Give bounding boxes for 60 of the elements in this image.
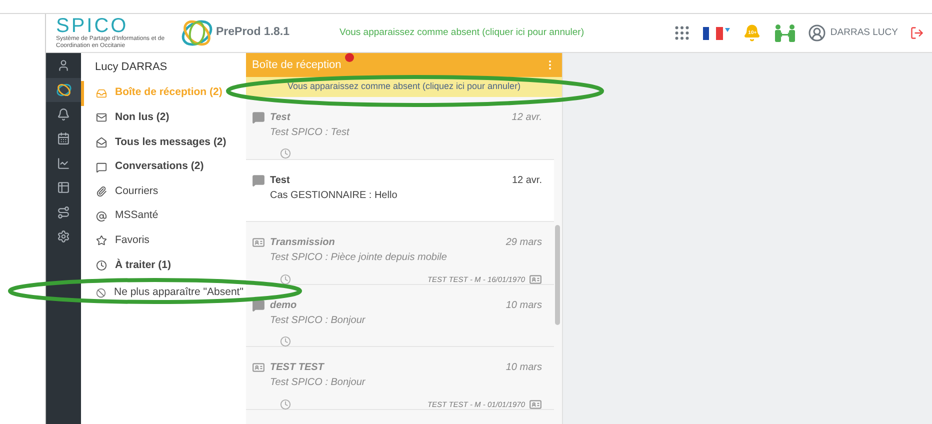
envelope-icon (96, 112, 107, 124)
id-card-icon (252, 236, 265, 249)
message-preview: Test SPICO : Test (270, 126, 350, 140)
message-title: demo (270, 298, 297, 312)
route-icon[interactable] (57, 206, 70, 219)
scrollbar-thumb[interactable] (555, 225, 560, 325)
caret-icon (725, 28, 730, 32)
message-preview: Cas GESTIONNAIRE : Hello (270, 188, 398, 202)
version-label: PreProd 1.8.1 (216, 25, 290, 40)
logo-rings-icon[interactable] (56, 82, 72, 98)
user-name-link[interactable]: DARRAS LUCY (830, 26, 898, 40)
bell-icon[interactable] (57, 108, 70, 121)
settings-icon[interactable] (57, 230, 70, 244)
message-item[interactable]: Test 12 avr. Cas GESTIONNAIRE : Hello (246, 160, 554, 222)
chat-bubbles-icon (252, 111, 265, 124)
table-icon[interactable] (57, 181, 70, 194)
menu-item[interactable]: Favoris (81, 228, 246, 254)
chat-bubbles-icon (252, 174, 265, 186)
menu-item[interactable]: Courriers (81, 179, 246, 204)
message-preview: Test SPICO : Pièce jointe depuis mobile (270, 251, 448, 265)
star-icon (96, 235, 107, 246)
user-icon[interactable] (57, 58, 70, 72)
inbox-icon (96, 88, 107, 99)
at-sign-icon (96, 210, 107, 222)
message-title: Test (270, 174, 290, 188)
envelope-icon (96, 136, 107, 148)
clock-icon (96, 260, 107, 271)
logo-text: SPICO (56, 16, 128, 36)
chart-icon[interactable] (57, 156, 70, 170)
chat-bubbles-icon (96, 162, 107, 173)
message-date: 12 avr. (512, 174, 542, 188)
logout-icon[interactable] (910, 26, 924, 40)
calendar-icon[interactable] (57, 132, 70, 146)
id-card-icon (252, 361, 265, 374)
inbox-title: Boîte de réception (252, 58, 342, 73)
id-card-icon (529, 398, 542, 411)
menu-user-name: Lucy DARRAS (94, 60, 168, 75)
message-title: TEST TEST (270, 361, 324, 375)
menu-item[interactable]: Non lus (2) (81, 106, 246, 130)
menu-item[interactable]: Conversations (2) (81, 154, 246, 180)
id-card-icon (529, 273, 542, 286)
message-date: 12 avr. (512, 111, 542, 125)
paperclip-icon (96, 186, 107, 198)
message-preview: Test SPICO : Bonjour (270, 376, 366, 390)
flag-icon (703, 26, 724, 40)
message-title: Test (270, 111, 290, 125)
menu-item[interactable]: MSSanté (81, 204, 246, 229)
language-dropdown[interactable] (703, 26, 730, 40)
people-link-icon[interactable] (774, 24, 796, 42)
menu-item[interactable]: À traiter (1) (81, 253, 246, 278)
message-date: 10 mars (506, 361, 542, 375)
message-date: 10 mars (506, 298, 542, 312)
user-avatar-icon (808, 24, 826, 42)
prohibited-icon (96, 288, 106, 298)
message-date: 29 mars (506, 236, 542, 250)
apps-grid-icon[interactable] (673, 24, 692, 42)
message-title: Transmission (270, 236, 335, 250)
message-preview: Test SPICO : Bonjour (270, 314, 366, 328)
chat-bubbles-icon (252, 298, 265, 312)
menu-item[interactable]: Tous les messages (2) (81, 130, 246, 155)
